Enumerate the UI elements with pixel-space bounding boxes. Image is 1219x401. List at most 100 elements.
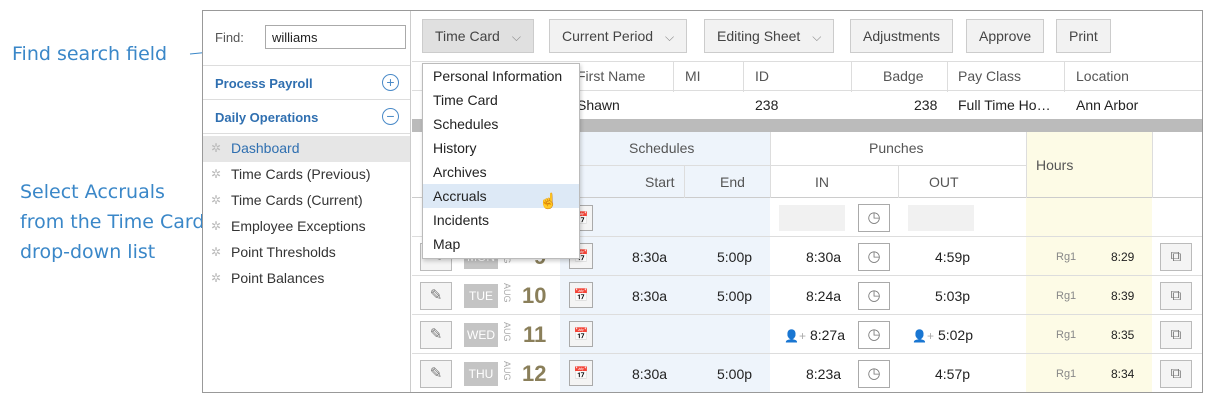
- schedule-start: 8:30a: [632, 249, 668, 265]
- punch-out-cell[interactable]: 👤+ 5:02p: [912, 327, 973, 343]
- callout-find-search-field: Find search field: [12, 43, 168, 65]
- sidebar-item-time-cards-previous[interactable]: ✲ Time Cards (Previous): [203, 162, 410, 188]
- clock-icon[interactable]: ◷: [858, 360, 890, 388]
- dropdown-item-archives[interactable]: Archives: [423, 160, 579, 184]
- adjustments-button[interactable]: Adjustments: [850, 19, 954, 53]
- day-number: 10: [522, 283, 547, 308]
- approve-button[interactable]: Approve: [966, 19, 1045, 53]
- find-label: Find:: [215, 30, 244, 45]
- dropdown-item-personal-information[interactable]: Personal Information: [423, 64, 579, 88]
- header-out: OUT: [929, 174, 959, 190]
- punch-out[interactable]: 5:03p: [935, 288, 970, 304]
- header-schedules: Schedules: [629, 140, 695, 156]
- punch-out-placeholder[interactable]: [908, 205, 974, 231]
- time-card-dropdown-button[interactable]: Time Card ⌵: [422, 19, 534, 53]
- find-search-input[interactable]: [265, 25, 406, 49]
- punch-out[interactable]: 4:57p: [935, 366, 970, 382]
- divider: [1152, 132, 1153, 198]
- punch-in-cell[interactable]: 👤+ 8:27a: [784, 327, 845, 343]
- timecard-row[interactable]: ✎ TUE AUG 10 📅 8:30a 5:00p 8:24a ◷ 5:03p…: [412, 277, 1202, 315]
- copy-icon[interactable]: ⧉: [1160, 321, 1192, 349]
- header-in: IN: [815, 174, 829, 190]
- header-end: End: [720, 174, 745, 190]
- pay-code: Rg1: [1056, 251, 1077, 263]
- calendar-icon[interactable]: 📅: [569, 360, 593, 386]
- dropdown-item-map[interactable]: Map: [423, 232, 579, 256]
- timecard-row[interactable]: ✎ THU AUG 12 📅 8:30a 5:00p 8:23a ◷ 4:57p…: [412, 355, 1202, 392]
- punch-in[interactable]: 8:30a: [806, 249, 841, 265]
- edit-pencil-icon[interactable]: ✎: [420, 360, 452, 388]
- schedule-end: 5:00p: [717, 366, 753, 382]
- calendar-icon[interactable]: 📅: [569, 321, 593, 347]
- month-label: AUG: [502, 322, 512, 342]
- punch-in[interactable]: 8:24a: [806, 288, 841, 304]
- sidebar-item-label: Time Cards (Current): [231, 192, 363, 208]
- header-id: ID: [755, 68, 769, 84]
- day-of-week-badge: WED: [464, 323, 498, 347]
- gear-icon: ✲: [211, 219, 222, 233]
- gear-icon: ✲: [211, 193, 222, 207]
- collapse-minus-icon[interactable]: −: [382, 108, 399, 125]
- dropdown-item-incidents[interactable]: Incidents: [423, 208, 579, 232]
- dropdown-item-time-card[interactable]: Time Card: [423, 88, 579, 112]
- hours-value: 8:29: [1111, 250, 1135, 264]
- divider: [743, 62, 744, 92]
- expand-plus-icon[interactable]: +: [382, 74, 399, 91]
- calendar-icon[interactable]: 📅: [569, 282, 593, 308]
- dropdown-item-history[interactable]: History: [423, 136, 579, 160]
- day-number: 12: [522, 361, 547, 386]
- section-label: Daily Operations: [215, 110, 319, 125]
- divider: [898, 165, 899, 198]
- sidebar-item-time-cards-current[interactable]: ✲ Time Cards (Current): [203, 188, 410, 214]
- sidebar-item-label: Dashboard: [231, 140, 300, 156]
- edit-pencil-icon[interactable]: ✎: [420, 282, 452, 310]
- sidebar-item-dashboard[interactable]: ✲ Dashboard: [203, 136, 410, 162]
- dropdown-item-accruals[interactable]: Accruals ☝: [423, 184, 579, 210]
- dropdown-item-schedules[interactable]: Schedules: [423, 112, 579, 136]
- employee-location: Ann Arbor: [1076, 97, 1139, 113]
- divider: [560, 165, 1026, 166]
- punch-out[interactable]: 4:59p: [935, 249, 970, 265]
- edit-pencil-icon[interactable]: ✎: [420, 321, 452, 349]
- sidebar-item-employee-exceptions[interactable]: ✲ Employee Exceptions: [203, 214, 410, 240]
- day-number: 11: [523, 322, 547, 347]
- divider: [1026, 132, 1027, 198]
- header-punches: Punches: [869, 140, 924, 156]
- copy-icon[interactable]: ⧉: [1160, 282, 1192, 310]
- header-pay-class: Pay Class: [958, 68, 1022, 84]
- current-period-dropdown-button[interactable]: Current Period ⌵: [549, 19, 688, 53]
- header-hours: Hours: [1036, 157, 1074, 173]
- sidebar-item-point-thresholds[interactable]: ✲ Point Thresholds: [203, 240, 410, 266]
- chevron-down-icon: ⌵: [511, 30, 521, 44]
- punch-out: 5:02p: [937, 327, 973, 343]
- clock-icon[interactable]: ◷: [858, 321, 890, 349]
- user-add-icon: 👤+: [912, 329, 934, 343]
- time-card-dropdown-menu: Personal Information Time Card Schedules…: [422, 63, 580, 259]
- sidebar-item-label: Employee Exceptions: [231, 218, 366, 234]
- punch-in[interactable]: 8:23a: [806, 366, 841, 382]
- callout-select-accruals: Select Accruals from the Time Card drop-…: [20, 181, 205, 263]
- copy-icon[interactable]: ⧉: [1160, 360, 1192, 388]
- employee-first-name: Shawn: [577, 97, 620, 113]
- divider: [673, 62, 674, 92]
- print-button[interactable]: Print: [1056, 19, 1111, 53]
- clock-icon[interactable]: ◷: [858, 204, 890, 232]
- clock-icon[interactable]: ◷: [858, 243, 890, 271]
- hours-value: 8:35: [1111, 328, 1135, 342]
- editing-sheet-dropdown-button[interactable]: Editing Sheet ⌵: [704, 19, 835, 53]
- dropdown-item-label: Accruals: [433, 188, 487, 204]
- section-daily-operations[interactable]: Daily Operations −: [203, 100, 410, 134]
- copy-icon[interactable]: ⧉: [1160, 243, 1192, 271]
- divider: [1064, 62, 1065, 92]
- clock-icon[interactable]: ◷: [858, 282, 890, 310]
- sidebar-item-point-balances[interactable]: ✲ Point Balances: [203, 266, 410, 292]
- punch-in: 8:27a: [809, 327, 845, 343]
- header-mi: MI: [685, 68, 701, 84]
- section-process-payroll[interactable]: Process Payroll +: [203, 66, 410, 100]
- employee-id: 238: [755, 97, 779, 113]
- daily-operations-menu: ✲ Dashboard ✲ Time Cards (Previous) ✲ Time …: [203, 134, 410, 292]
- timecard-row[interactable]: ✎ WED AUG 11 📅 👤+ 8:27a ◷ 👤+ 5:02p Rg1 8:3…: [412, 316, 1202, 354]
- button-label: Editing Sheet: [717, 28, 801, 44]
- punch-in-placeholder[interactable]: [779, 205, 845, 231]
- sidebar-item-label: Point Thresholds: [231, 244, 336, 260]
